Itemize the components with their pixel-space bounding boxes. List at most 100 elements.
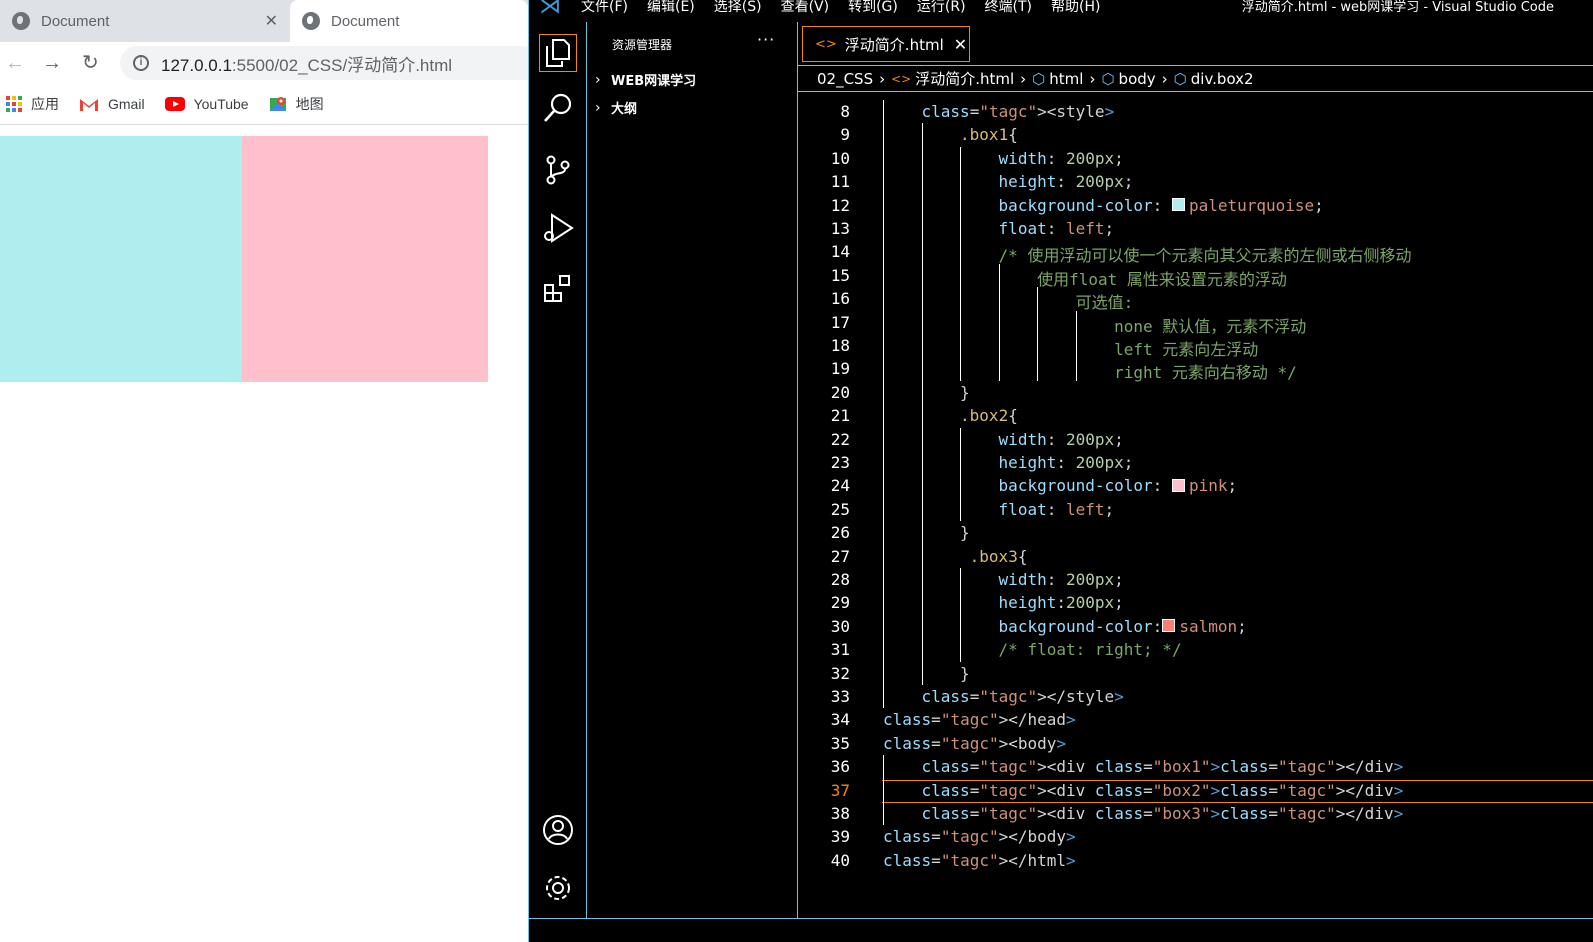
line-number: 26 — [830, 523, 850, 543]
rendered-box2 — [242, 136, 488, 382]
line-number: 40 — [830, 850, 850, 870]
line-number: 17 — [830, 312, 850, 332]
explorer-icon[interactable] — [539, 34, 577, 72]
editor-tab-active[interactable]: <> 浮动简介.html ✕ — [802, 26, 970, 62]
breadcrumb-html[interactable]: html — [1049, 70, 1083, 88]
browser-tab-title: Document — [331, 12, 400, 30]
bookmark-youtube[interactable]: YouTube — [164, 96, 249, 112]
menu-run[interactable]: 运行(R) — [917, 0, 966, 16]
menu-bar: 文件(F) 编辑(E) 选择(S) 查看(V) 转到(G) 运行(R) 终端(T… — [581, 0, 1119, 16]
apps-grid-icon — [6, 96, 22, 112]
more-actions-icon[interactable]: ··· — [757, 30, 775, 49]
reload-icon[interactable]: ↻ — [82, 51, 99, 75]
line-number: 30 — [830, 616, 850, 636]
code-line: /* 使用浮动可以使一个元素向其父元素的左侧或右侧移动 — [998, 246, 1412, 266]
line-number: 16 — [830, 289, 850, 309]
code-line: .box1{ — [960, 125, 1018, 145]
line-number: 10 — [830, 148, 850, 168]
browser-tab-2[interactable]: Document — [290, 0, 528, 42]
url-path: :5500/02_CSS/浮动简介.html — [231, 55, 453, 75]
code-line: /* float: right; */ — [998, 640, 1182, 660]
symbol-cube-icon: ⬡ — [1101, 69, 1115, 88]
code-line: 可选值: — [1075, 293, 1134, 313]
code-line: height: 200px; — [998, 453, 1134, 472]
forward-arrow-icon[interactable]: → — [42, 51, 62, 75]
indent-guide — [960, 146, 962, 381]
menu-help[interactable]: 帮助(H) — [1051, 0, 1100, 16]
menu-terminal[interactable]: 终端(T) — [985, 0, 1032, 16]
tree-section-outline[interactable]: › 大纲 — [595, 98, 638, 118]
breadcrumb: 02_CSS › <> 浮动简介.html › ⬡ html › ⬡ body … — [798, 66, 1593, 92]
line-number: 11 — [830, 172, 850, 192]
indent-guide — [1037, 287, 1039, 381]
address-bar[interactable]: i 127.0.0.1:5500/02_CSS/浮动简介.html — [120, 46, 540, 80]
code-line: 使用float 属性来设置元素的浮动 — [1037, 269, 1287, 289]
menu-edit[interactable]: 编辑(E) — [647, 0, 695, 16]
search-icon[interactable] — [542, 92, 574, 124]
menu-selection[interactable]: 选择(S) — [714, 0, 762, 16]
breadcrumb-folder[interactable]: 02_CSS — [817, 70, 873, 88]
bookmark-apps[interactable]: 应用 — [6, 94, 59, 114]
back-arrow-icon[interactable]: ← — [5, 51, 25, 75]
close-tab-icon[interactable]: ✕ — [265, 11, 278, 31]
line-number: 12 — [830, 195, 850, 215]
indent-guide — [998, 263, 1000, 381]
line-number: 22 — [830, 429, 850, 449]
indent-guide — [921, 123, 923, 685]
bookmark-maps[interactable]: 地图 — [269, 94, 324, 114]
code-line: width: 200px; — [998, 148, 1124, 168]
code-editor[interactable]: 8 class="tagc"><style> 9 .box1{10 width: 200… — [798, 92, 1593, 918]
code-line: background-color: paleturquoise; — [998, 195, 1324, 215]
extensions-icon[interactable] — [542, 272, 574, 304]
close-tab-icon[interactable]: ✕ — [954, 35, 967, 54]
code-line: float: left; — [998, 499, 1115, 519]
line-number: 13 — [830, 219, 850, 238]
menu-file[interactable]: 文件(F) — [581, 0, 628, 16]
code-line: height: 200px; — [998, 172, 1134, 192]
info-icon[interactable]: i — [133, 55, 149, 71]
symbol-cube-icon: ⬡ — [1173, 69, 1187, 88]
line-number: 23 — [830, 453, 850, 472]
line-number: 19 — [830, 359, 850, 379]
line-number: 15 — [830, 265, 850, 285]
browser-tab-1[interactable]: Document ✕ — [0, 0, 290, 42]
indent-guide — [883, 755, 884, 826]
breadcrumb-div[interactable]: div.box2 — [1191, 70, 1254, 88]
line-number: 27 — [830, 546, 850, 566]
account-icon[interactable] — [542, 814, 574, 846]
activity-bar — [529, 22, 587, 918]
line-number: 39 — [830, 827, 850, 847]
vscode-logo-icon: ⋊ — [539, 0, 561, 19]
bookmark-gmail[interactable]: Gmail — [79, 96, 145, 112]
line-number: 36 — [830, 757, 850, 777]
menu-view[interactable]: 查看(V) — [781, 0, 830, 16]
line-number: 21 — [830, 406, 850, 426]
settings-gear-icon[interactable] — [542, 872, 574, 904]
run-debug-icon[interactable] — [542, 212, 574, 244]
code-line: } — [960, 523, 970, 543]
code-line: class="tagc"></body> — [883, 827, 1076, 847]
tree-label: 大纲 — [611, 102, 638, 117]
browser-window: Document ✕ Document ← → ↻ i 127.0.0.1:55… — [0, 0, 540, 942]
code-line: } — [960, 663, 970, 683]
tree-section-workspace[interactable]: › WEB网课学习 — [595, 70, 696, 90]
bookmark-label: Gmail — [108, 96, 145, 112]
title-bar: ⋊ 文件(F) 编辑(E) 选择(S) 查看(V) 转到(G) 运行(R) 终端… — [529, 0, 1593, 22]
code-line: class="tagc"></style> — [921, 687, 1124, 706]
code-line: class="tagc"><style> — [921, 102, 1115, 121]
status-bar — [529, 918, 1593, 942]
globe-icon — [12, 12, 30, 30]
breadcrumb-body[interactable]: body — [1119, 70, 1156, 88]
code-line: right 元素向右移动 */ — [1114, 363, 1297, 383]
code-line: } — [960, 382, 970, 402]
line-number: 35 — [830, 733, 850, 753]
chevron-right-icon: › — [595, 71, 601, 88]
vscode-window: ⋊ 文件(F) 编辑(E) 选择(S) 查看(V) 转到(G) 运行(R) 终端… — [528, 0, 1593, 942]
code-line: width: 200px; — [998, 429, 1124, 449]
explorer-sidebar: 资源管理器 ··· › WEB网课学习 › 大纲 — [587, 22, 798, 918]
chevron-right-icon: › — [1020, 69, 1027, 88]
menu-go[interactable]: 转到(G) — [848, 0, 898, 16]
breadcrumb-file[interactable]: 浮动简介.html — [915, 68, 1014, 89]
source-control-icon[interactable] — [542, 154, 574, 186]
code-line: class="tagc"><body> — [883, 733, 1067, 753]
